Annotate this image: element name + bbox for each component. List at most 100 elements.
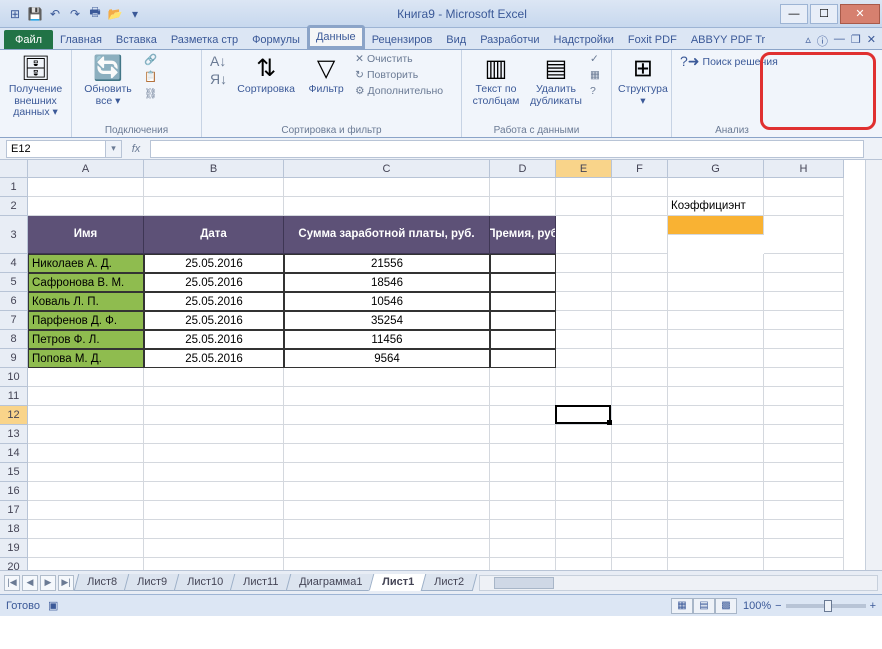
cell[interactable] xyxy=(490,273,556,292)
cell[interactable] xyxy=(556,501,612,520)
cell[interactable]: 25.05.2016 xyxy=(144,273,284,292)
cell[interactable]: Сумма заработной платы, руб. xyxy=(284,216,490,254)
ribbon-tab-файл[interactable]: Файл xyxy=(4,30,53,49)
close-button[interactable]: ✕ xyxy=(840,4,880,24)
cell[interactable]: 9564 xyxy=(284,349,490,368)
normal-view-button[interactable]: ▦ xyxy=(671,598,693,614)
row-header-8[interactable]: 8 xyxy=(0,330,28,349)
zoom-slider[interactable] xyxy=(786,604,866,608)
cell[interactable] xyxy=(764,482,844,501)
reapply-filter-button[interactable]: ↻Повторить xyxy=(353,68,445,82)
cell[interactable] xyxy=(612,444,668,463)
cell[interactable] xyxy=(490,539,556,558)
cell[interactable] xyxy=(764,311,844,330)
cell[interactable]: Имя xyxy=(28,216,144,254)
cell[interactable] xyxy=(764,292,844,311)
sheet-tab-Лист2[interactable]: Лист2 xyxy=(421,574,478,591)
name-box[interactable]: E12 xyxy=(6,140,106,158)
page-break-view-button[interactable]: ▩ xyxy=(715,598,737,614)
ribbon-tab-вид[interactable]: Вид xyxy=(439,30,473,49)
cell[interactable] xyxy=(764,444,844,463)
coefficient-value-cell[interactable] xyxy=(668,216,764,235)
ribbon-tab-abbyy pdf tr[interactable]: ABBYY PDF Tr xyxy=(684,30,772,49)
cell[interactable] xyxy=(668,463,764,482)
row-header-12[interactable]: 12 xyxy=(0,406,28,425)
cell[interactable] xyxy=(764,406,844,425)
sheet-tab-Лист8[interactable]: Лист8 xyxy=(74,574,131,591)
column-header-A[interactable]: A xyxy=(28,160,144,178)
cell[interactable] xyxy=(556,387,612,406)
cell[interactable]: 18546 xyxy=(284,273,490,292)
row-header-6[interactable]: 6 xyxy=(0,292,28,311)
row-header-4[interactable]: 4 xyxy=(0,254,28,273)
cell[interactable] xyxy=(612,178,668,197)
hscroll-thumb[interactable] xyxy=(494,577,554,589)
maximize-button[interactable]: ☐ xyxy=(810,4,838,24)
sheet-nav-prev[interactable]: ◀ xyxy=(22,575,38,591)
connections-button[interactable]: 🔗 xyxy=(142,52,159,67)
cell[interactable] xyxy=(764,539,844,558)
column-header-F[interactable]: F xyxy=(612,160,668,178)
cell[interactable] xyxy=(490,558,556,570)
cell[interactable] xyxy=(490,425,556,444)
cell[interactable] xyxy=(612,197,668,216)
excel-icon[interactable]: ⊞ xyxy=(6,5,24,23)
row-header-13[interactable]: 13 xyxy=(0,425,28,444)
cell[interactable] xyxy=(612,463,668,482)
column-header-G[interactable]: G xyxy=(668,160,764,178)
remove-duplicates-button[interactable]: ▤ Удалить дубликаты xyxy=(528,52,584,107)
advanced-filter-button[interactable]: ⚙Дополнительно xyxy=(353,84,445,98)
cell[interactable] xyxy=(612,539,668,558)
cell[interactable] xyxy=(612,292,668,311)
cell[interactable] xyxy=(144,178,284,197)
cell[interactable]: 11456 xyxy=(284,330,490,349)
row-header-14[interactable]: 14 xyxy=(0,444,28,463)
cell[interactable] xyxy=(764,463,844,482)
cell[interactable] xyxy=(612,501,668,520)
cell[interactable] xyxy=(556,216,612,254)
cell[interactable] xyxy=(490,406,556,425)
row-header-1[interactable]: 1 xyxy=(0,178,28,197)
cell[interactable] xyxy=(284,197,490,216)
cell[interactable] xyxy=(28,387,144,406)
zoom-out-button[interactable]: − xyxy=(775,600,781,612)
column-header-B[interactable]: B xyxy=(144,160,284,178)
cell[interactable]: Парфенов Д. Ф. xyxy=(28,311,144,330)
cell[interactable] xyxy=(612,406,668,425)
refresh-all-button[interactable]: 🔄 Обновить все ▾ xyxy=(78,52,138,107)
sheet-nav-next[interactable]: ▶ xyxy=(40,575,56,591)
cell[interactable] xyxy=(284,520,490,539)
cell[interactable] xyxy=(764,501,844,520)
cell[interactable] xyxy=(668,444,764,463)
cell[interactable] xyxy=(556,349,612,368)
undo-icon[interactable]: ↶ xyxy=(46,5,64,23)
cell[interactable] xyxy=(668,425,764,444)
cell[interactable] xyxy=(556,425,612,444)
cell[interactable] xyxy=(556,292,612,311)
row-header-9[interactable]: 9 xyxy=(0,349,28,368)
cell[interactable] xyxy=(556,254,612,273)
save-icon[interactable]: 💾 xyxy=(26,5,44,23)
cell[interactable] xyxy=(668,482,764,501)
cell[interactable] xyxy=(28,406,144,425)
cell[interactable] xyxy=(144,501,284,520)
get-external-data-button[interactable]: 🗄 Получение внешних данных ▾ xyxy=(6,52,65,119)
cell[interactable] xyxy=(490,349,556,368)
cell[interactable] xyxy=(490,501,556,520)
cell[interactable] xyxy=(668,520,764,539)
cell[interactable]: Попова М. Д. xyxy=(28,349,144,368)
sort-desc-button[interactable]: Я↓ xyxy=(208,70,229,88)
sort-button[interactable]: ⇅ Сортировка xyxy=(233,52,299,96)
ribbon-minimize-icon[interactable]: ▵ xyxy=(805,33,811,49)
cell[interactable] xyxy=(764,520,844,539)
cell[interactable] xyxy=(764,273,844,292)
row-header-3[interactable]: 3 xyxy=(0,216,28,254)
cell[interactable] xyxy=(556,463,612,482)
cell[interactable] xyxy=(144,539,284,558)
zoom-in-button[interactable]: + xyxy=(870,600,876,612)
macro-record-icon[interactable]: ▣ xyxy=(48,599,58,612)
cell[interactable]: 21556 xyxy=(284,254,490,273)
sheet-tab-Лист11[interactable]: Лист11 xyxy=(230,574,292,591)
clear-filter-button[interactable]: ✕Очистить xyxy=(353,52,445,66)
cell[interactable] xyxy=(764,197,844,216)
